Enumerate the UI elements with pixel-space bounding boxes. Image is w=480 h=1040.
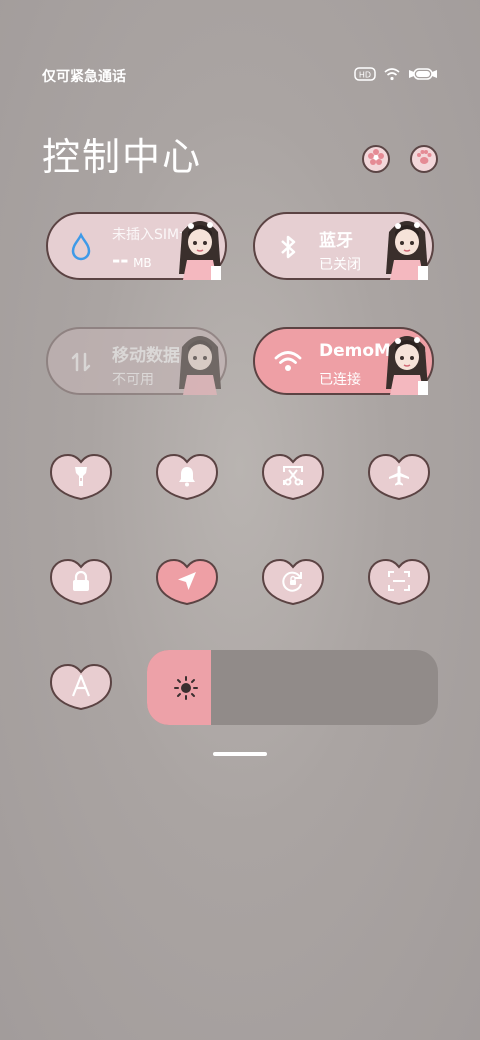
bluetooth-icon	[281, 235, 296, 259]
svg-text:HD: HD	[359, 71, 371, 80]
auto-brightness-icon	[71, 674, 91, 697]
mobile-data-icon	[71, 352, 91, 372]
toggle-airplane[interactable]	[366, 452, 432, 502]
toggle-auto-brightness[interactable]	[48, 662, 114, 712]
airplane-icon	[389, 466, 409, 486]
drag-handle[interactable]	[213, 752, 267, 756]
avatar-sticker	[179, 221, 221, 280]
data-usage-value: --	[112, 248, 129, 272]
data-usage-tile[interactable]: 未插入SIM卡 -- MB	[46, 212, 227, 280]
toggle-scanner[interactable]	[366, 557, 432, 607]
wifi-tile[interactable]: DemoMode 已连接	[253, 327, 434, 395]
tile-subtitle: 已连接	[319, 372, 361, 388]
screenshot-icon	[283, 466, 303, 486]
bell-icon	[179, 467, 195, 487]
wifi-icon	[274, 351, 302, 371]
brightness-slider[interactable]	[147, 650, 438, 725]
toggle-flashlight[interactable]	[48, 452, 114, 502]
scan-icon	[388, 571, 410, 591]
auto-rotate-icon	[282, 571, 302, 592]
flower-edit-icon	[367, 148, 385, 170]
sun-icon	[174, 676, 198, 700]
bluetooth-tile[interactable]: 蓝牙 已关闭	[253, 212, 434, 280]
toggle-screenshot[interactable]	[260, 452, 326, 502]
toggle-mute[interactable]	[154, 452, 220, 502]
flashlight-icon	[75, 467, 87, 486]
paw-settings-button[interactable]	[410, 145, 438, 173]
lock-icon	[73, 570, 89, 591]
battery-icon	[408, 66, 438, 85]
toggle-lock-screen[interactable]	[48, 557, 114, 607]
data-usage-unit: MB	[133, 256, 152, 270]
tile-subtitle: 已关闭	[319, 257, 361, 273]
tile-subtitle: -- MB	[112, 248, 152, 272]
flower-edit-button[interactable]	[362, 145, 390, 173]
status-icons: HD	[354, 66, 438, 85]
toggle-location[interactable]	[154, 557, 220, 607]
avatar-sticker	[386, 221, 428, 280]
tile-subtitle: 不可用	[112, 372, 154, 388]
avatar-sticker	[179, 336, 221, 395]
toggle-auto-rotate[interactable]	[260, 557, 326, 607]
status-carrier-text: 仅可紧急通话	[42, 69, 126, 85]
mobile-data-tile[interactable]: 移动数据 不可用	[46, 327, 227, 395]
hd-icon: HD	[354, 66, 376, 85]
wifi-icon	[384, 66, 400, 85]
location-icon	[178, 572, 196, 590]
avatar-sticker	[386, 336, 428, 395]
paw-settings-icon	[415, 148, 433, 170]
page-title: 控制中心	[42, 135, 203, 179]
water-drop-icon	[71, 232, 91, 261]
